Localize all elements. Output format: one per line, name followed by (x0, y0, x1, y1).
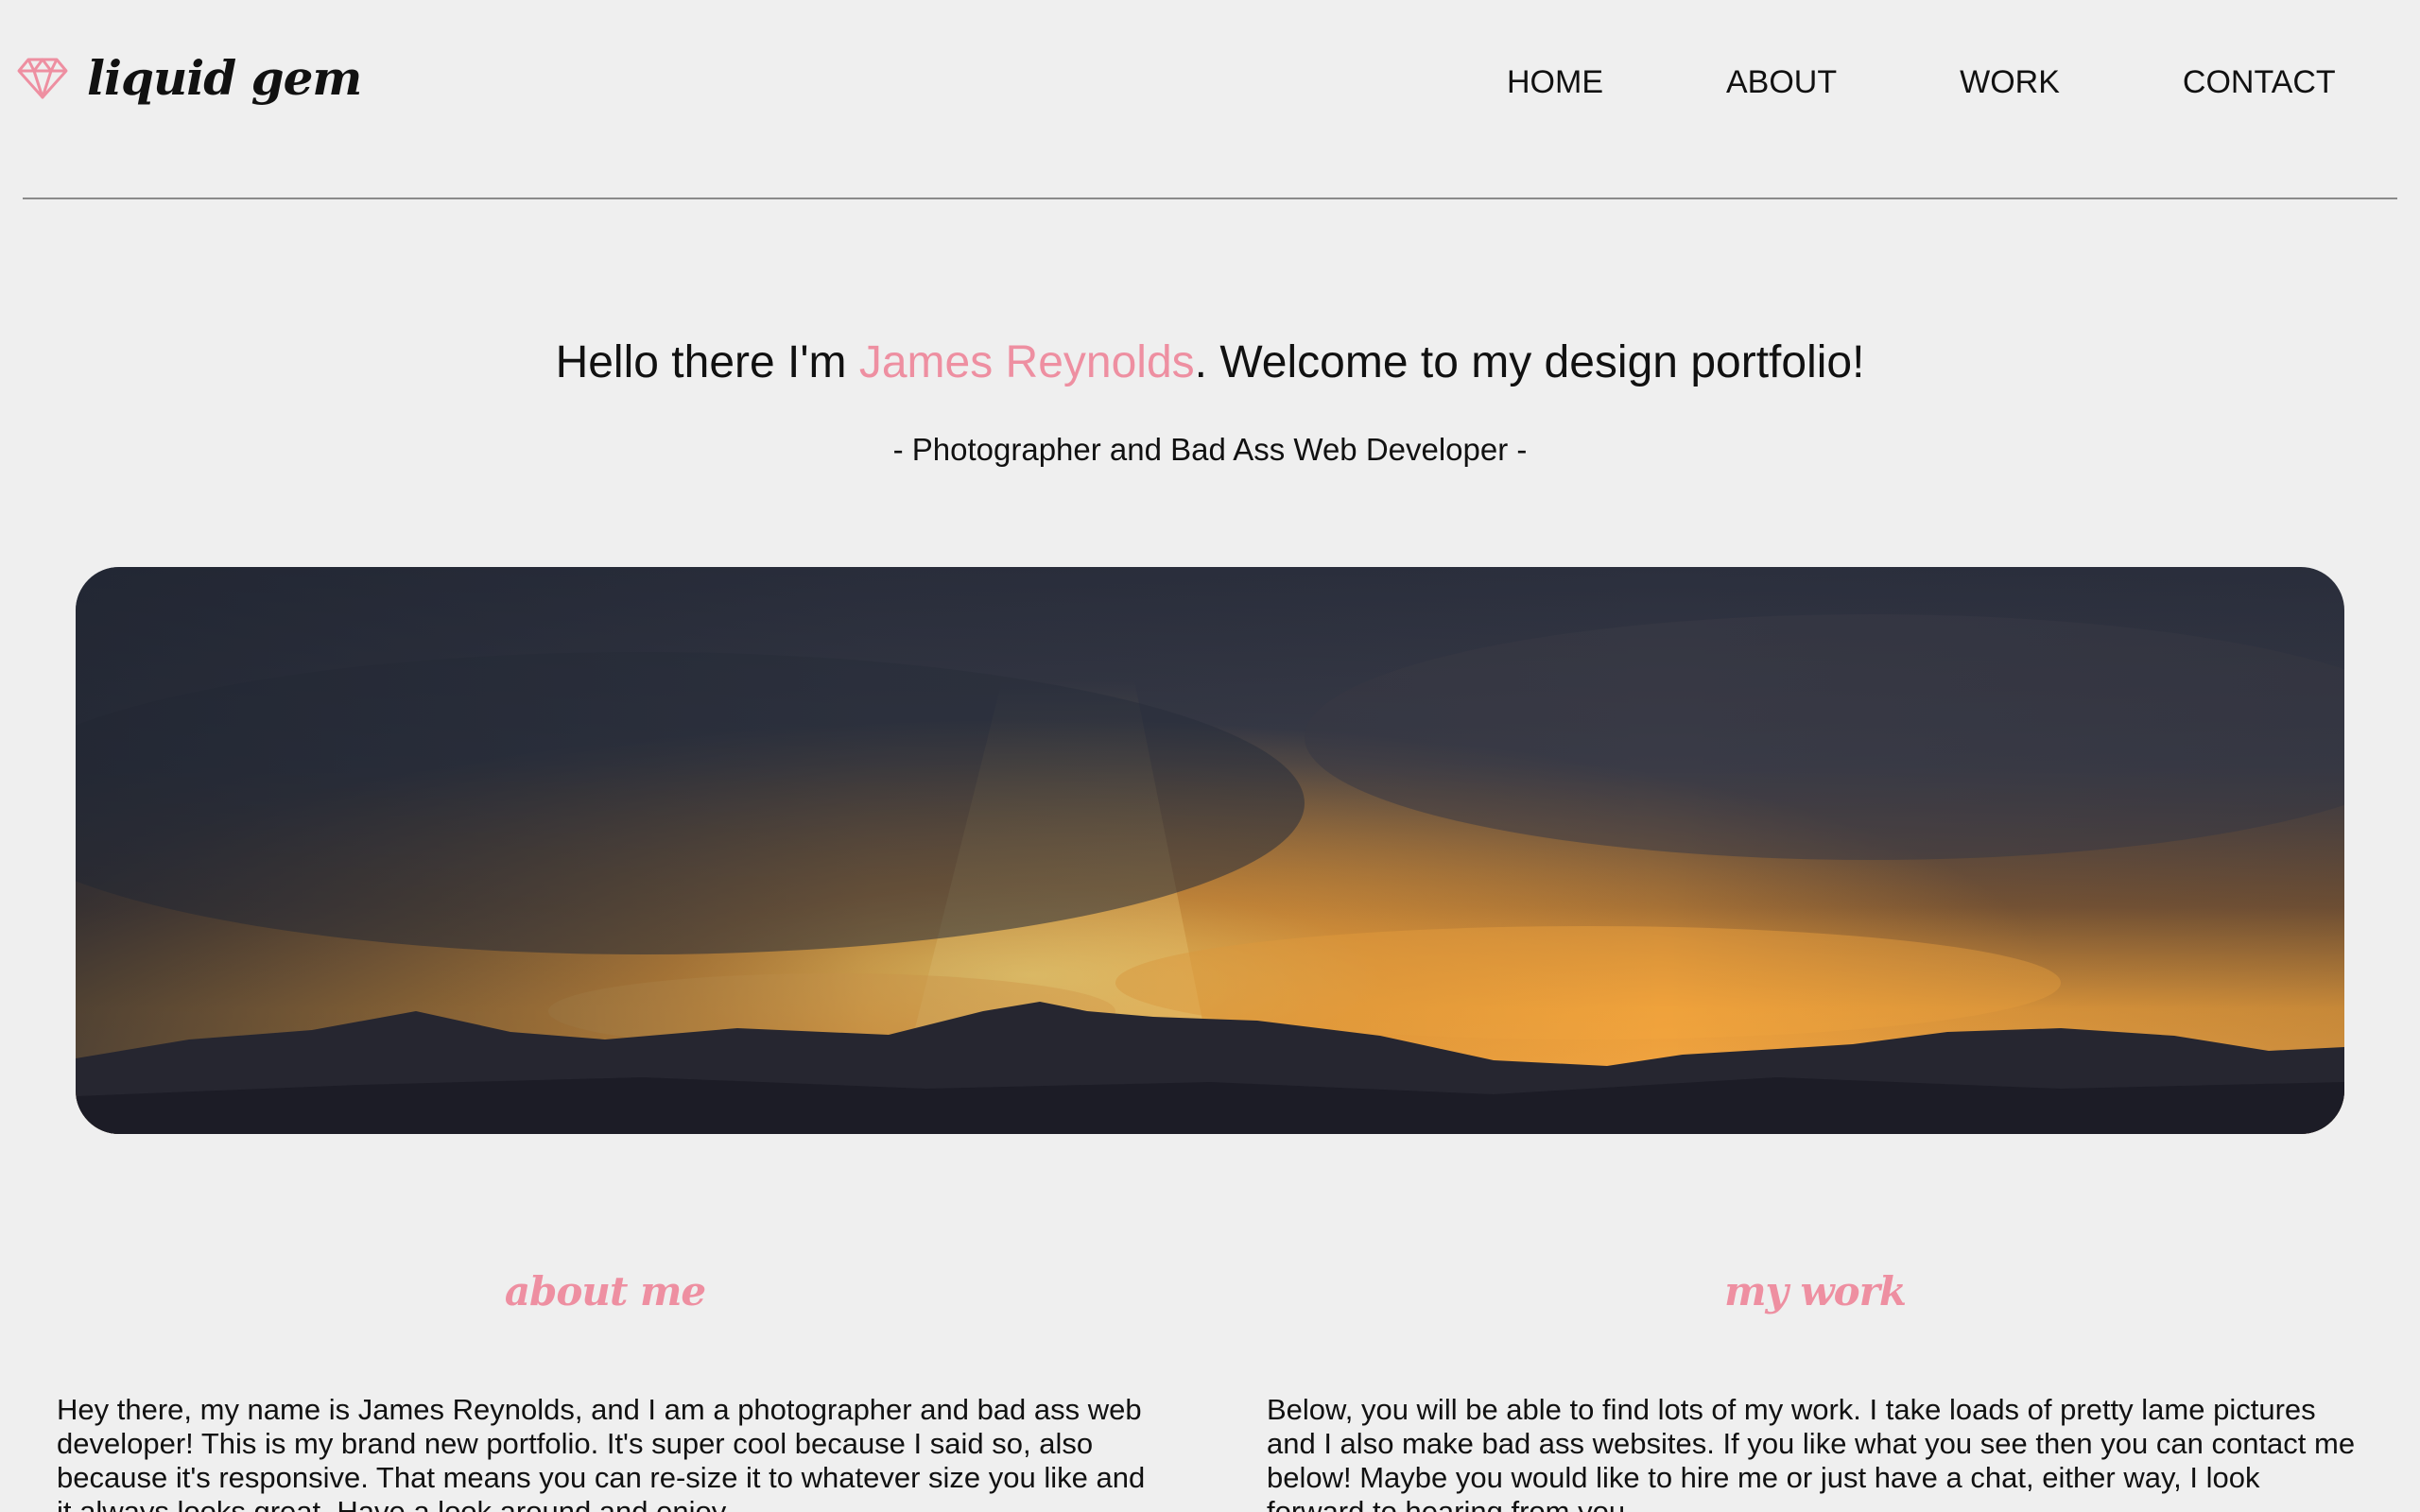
nav-contact[interactable]: CONTACT (2183, 64, 2336, 101)
hero-banner-image (76, 567, 2344, 1134)
hero-title-prefix: Hello there I'm (555, 337, 859, 387)
nav-about[interactable]: ABOUT (1726, 64, 1837, 101)
hero-name: James Reynolds (858, 337, 1195, 387)
hero-subtitle: - Photographer and Bad Ass Web Developer… (892, 432, 1528, 467)
main-nav: HOME ABOUT WORK CONTACT (1507, 64, 2336, 101)
brand-logo[interactable]: liquid gem (17, 50, 362, 106)
about-text: Hey there, my name is James Reynolds, an… (57, 1393, 1146, 1512)
nav-work[interactable]: WORK (1960, 64, 2060, 101)
site-header: liquid gem HOME ABOUT WORK CONTACT (0, 0, 2420, 198)
brand-name: liquid gem (87, 50, 362, 106)
nav-home[interactable]: HOME (1507, 64, 1603, 101)
work-text: Below, you will be able to find lots of … (1267, 1393, 2356, 1512)
hero-title-suffix: . Welcome to my design portfolio! (1194, 337, 1865, 387)
diamond-icon (17, 58, 68, 99)
hero-title: Hello there I'm James Reynolds. Welcome … (0, 336, 2420, 388)
header-divider (23, 198, 2397, 199)
work-heading: my work (1724, 1268, 1907, 1314)
about-heading: about me (504, 1268, 706, 1314)
